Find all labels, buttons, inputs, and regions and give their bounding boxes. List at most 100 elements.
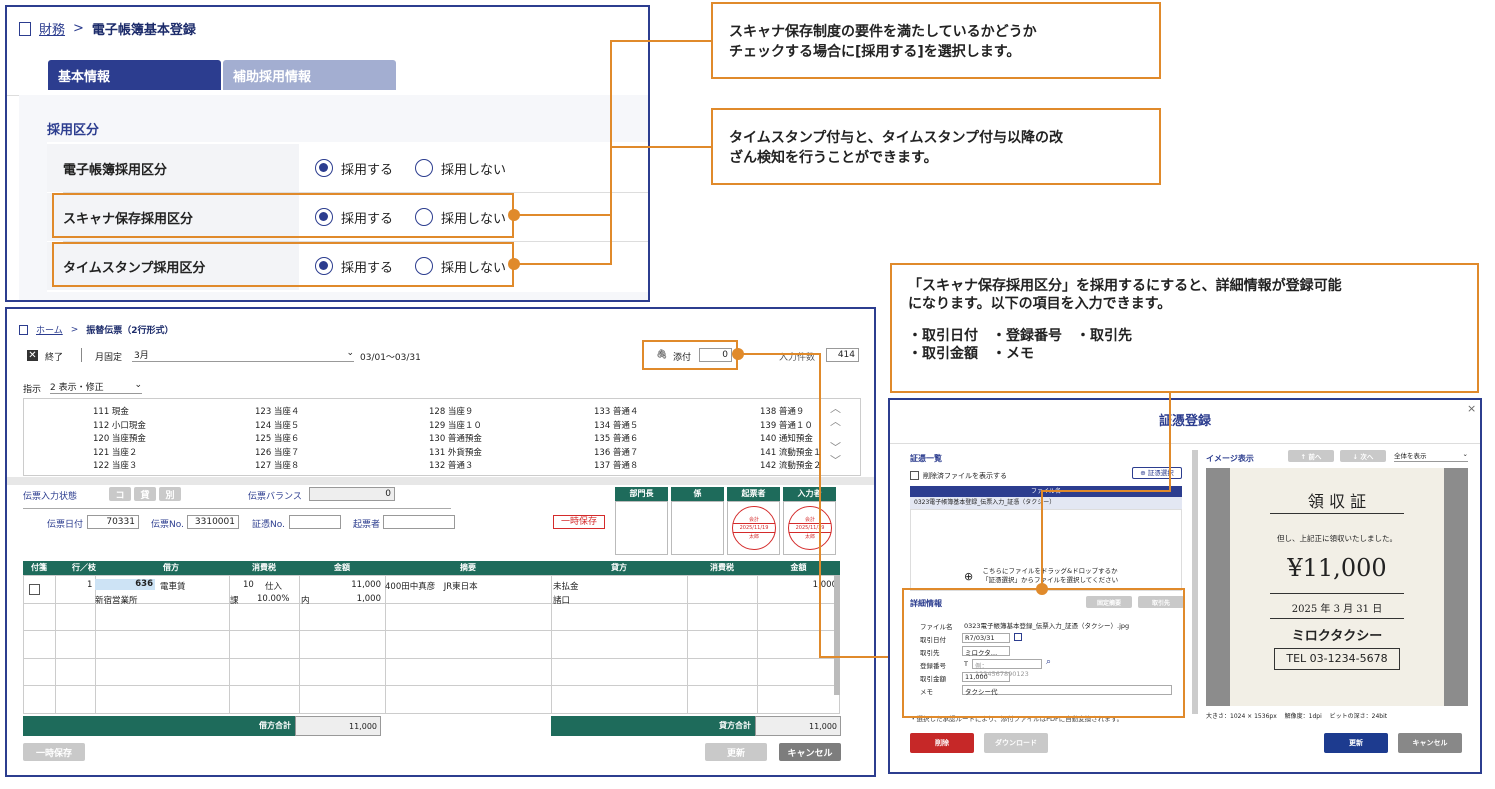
- callout-detail-info: 「スキャナ保存採用区分」を採用するにすると、詳細情報が登録可能 になります。以下…: [890, 263, 1479, 393]
- account-item[interactable]: 121 当座２: [93, 446, 137, 458]
- account-item[interactable]: 136 普通７: [594, 446, 638, 458]
- select-evidence-button[interactable]: ⊕ 証憑選択: [1132, 467, 1182, 479]
- account-item[interactable]: 139 普通１０: [760, 419, 813, 431]
- table-scrollbar[interactable]: [834, 575, 840, 695]
- breadcrumb-home-link[interactable]: ホーム: [36, 323, 63, 336]
- month-select[interactable]: 3月 ⌄: [132, 348, 354, 362]
- prev-button[interactable]: ↑ 前へ: [1288, 450, 1334, 462]
- list-title: 証憑一覧: [910, 454, 942, 463]
- no-label: 伝票No.: [151, 520, 184, 530]
- status-button[interactable]: 貸: [134, 487, 156, 501]
- account-item[interactable]: 127 当座８: [255, 459, 299, 471]
- radio-not-adopt[interactable]: [415, 159, 434, 177]
- breadcrumb-separator: >: [70, 324, 79, 335]
- receipt-date: 2025 年 3 月 31 日: [1291, 604, 1383, 615]
- show-deleted-checkbox[interactable]: [910, 471, 919, 480]
- callout-timestamp: タイムスタンプ付与と、タイムスタンプ付与以降の改 ざん検知を行うことができます。: [711, 108, 1161, 185]
- radio-label: 採用する: [341, 162, 394, 178]
- cancel-button[interactable]: キャンセル: [779, 743, 841, 761]
- dialog-title: 証憑登録: [890, 400, 1480, 444]
- end-button[interactable]: 終了: [45, 350, 63, 363]
- account-item[interactable]: 112 小口現金: [93, 419, 146, 431]
- status-label: 伝票入力状態: [23, 492, 78, 502]
- account-item[interactable]: 125 当座６: [255, 432, 299, 444]
- account-item[interactable]: 122 当座３: [93, 459, 137, 471]
- debit-code-input[interactable]: 636: [95, 579, 155, 590]
- callout-text: ・取引金額 ・メモ: [908, 346, 1034, 362]
- account-item[interactable]: 135 普通６: [594, 432, 638, 444]
- update-button[interactable]: 更新: [705, 743, 767, 761]
- receipt-note: 但し、上記正に領収いたしました。: [1277, 534, 1397, 543]
- balance-value: 0: [309, 487, 395, 501]
- credit-amount: 1,000: [812, 580, 837, 590]
- next-button[interactable]: ↓ 次へ: [1340, 450, 1386, 462]
- ledger-icon: [19, 324, 28, 335]
- account-item[interactable]: 120 当座預金: [93, 432, 146, 444]
- page-title: 振替伝票（2行形式）: [86, 326, 174, 336]
- scroll-arrows[interactable]: ︿ ︿ ﹀ ﹀: [830, 402, 841, 467]
- mode-select[interactable]: 2 表示・修正 ⌄: [50, 380, 142, 394]
- approval-stamp: 会計 2025/11/19 太郎: [788, 506, 832, 550]
- highlight-scanner-row: [52, 193, 514, 238]
- status-button[interactable]: コ: [109, 487, 131, 501]
- column-header: 行／枝: [55, 561, 113, 575]
- account-item[interactable]: 141 流動預金１: [760, 446, 821, 458]
- account-item[interactable]: 133 普通４: [594, 405, 638, 417]
- account-item[interactable]: 137 普通８: [594, 459, 638, 471]
- radio-adopt[interactable]: [315, 159, 333, 177]
- credit-total-label: 貸方合計: [551, 716, 755, 736]
- sticky-note-icon[interactable]: [29, 584, 40, 595]
- status-button[interactable]: 別: [159, 487, 181, 501]
- file-row[interactable]: 0323電子帳簿基本登録_伝票入力_証憑（タクシー）: [910, 497, 1182, 509]
- update-button[interactable]: 更新: [1324, 733, 1388, 753]
- account-item[interactable]: 140 通知預金: [760, 432, 813, 444]
- evidence-no-input[interactable]: [289, 515, 341, 529]
- input-count-label: 入力件数: [779, 353, 816, 363]
- chevron-down-icon: ⌄: [1462, 450, 1468, 458]
- account-item[interactable]: 126 当座７: [255, 446, 299, 458]
- tax-type: 仕入: [265, 582, 283, 592]
- drop-zone-text[interactable]: こちらにファイルをドラッグ&ドロップするか 「証憑選択」からファイルを選択してくだ…: [982, 567, 1118, 585]
- voucher-panel: ホーム > 振替伝票（2行形式） ✕ 終了 月固定 3月 ⌄ 03/01〜03/3…: [5, 307, 876, 777]
- callout-scanner: スキャナ保存制度の要件を満たしているかどうか チェックする場合に[採用する]を選…: [711, 2, 1161, 79]
- tax-in: 内: [301, 596, 310, 606]
- account-item[interactable]: 132 普通３: [429, 459, 473, 471]
- splitter[interactable]: [1192, 450, 1198, 714]
- tab-aux-info[interactable]: 補助採用情報: [223, 60, 396, 90]
- debit-total: 11,000: [295, 716, 381, 736]
- column-header: 付箋: [23, 561, 55, 575]
- account-item[interactable]: 138 普通９: [760, 405, 804, 417]
- tax-kbn: 課: [230, 596, 239, 606]
- download-button[interactable]: ダウンロード: [984, 733, 1048, 753]
- approver-header: 係: [671, 487, 724, 501]
- temp-save-button[interactable]: 一時保存: [23, 743, 85, 761]
- row-ebook-adoption: 電子帳簿採用区分 採用する 採用しない: [47, 144, 647, 192]
- breadcrumb-parent-link[interactable]: 財務: [39, 19, 65, 38]
- account-item[interactable]: 142 流動預金２: [760, 459, 821, 471]
- date-input[interactable]: 70331: [87, 515, 139, 529]
- column-header: 金額: [299, 561, 385, 575]
- delete-button[interactable]: 削除: [910, 733, 974, 753]
- row-label: 電子帳簿採用区分: [47, 144, 299, 192]
- receipt-amount: ¥11,000: [1287, 554, 1387, 582]
- debit-tax-amount: 1,000: [356, 594, 381, 604]
- account-item[interactable]: 129 当座１０: [429, 419, 482, 431]
- close-icon[interactable]: ✕: [27, 350, 38, 361]
- tab-basic-info[interactable]: 基本情報: [48, 60, 221, 90]
- originator-input[interactable]: [383, 515, 455, 529]
- account-item[interactable]: 134 普通５: [594, 419, 638, 431]
- account-item[interactable]: 128 当座９: [429, 405, 473, 417]
- cancel-button[interactable]: キャンセル: [1398, 733, 1462, 753]
- account-item[interactable]: 111 現金: [93, 405, 129, 417]
- breadcrumb: ホーム > 振替伝票（2行形式）: [19, 323, 174, 336]
- account-item[interactable]: 131 外貨預金: [429, 446, 482, 458]
- account-item[interactable]: 130 普通預金: [429, 432, 482, 444]
- balance-label: 伝票バランス: [248, 492, 302, 502]
- line-number: 1: [87, 580, 93, 590]
- receipt-company: ミロクタクシー: [1291, 629, 1383, 644]
- zoom-select[interactable]: 全体を表示 ⌄: [1394, 450, 1468, 462]
- account-item[interactable]: 123 当座４: [255, 405, 299, 417]
- no-input[interactable]: 3310001: [187, 515, 239, 529]
- close-icon[interactable]: ×: [1467, 402, 1476, 415]
- account-item[interactable]: 124 当座５: [255, 419, 299, 431]
